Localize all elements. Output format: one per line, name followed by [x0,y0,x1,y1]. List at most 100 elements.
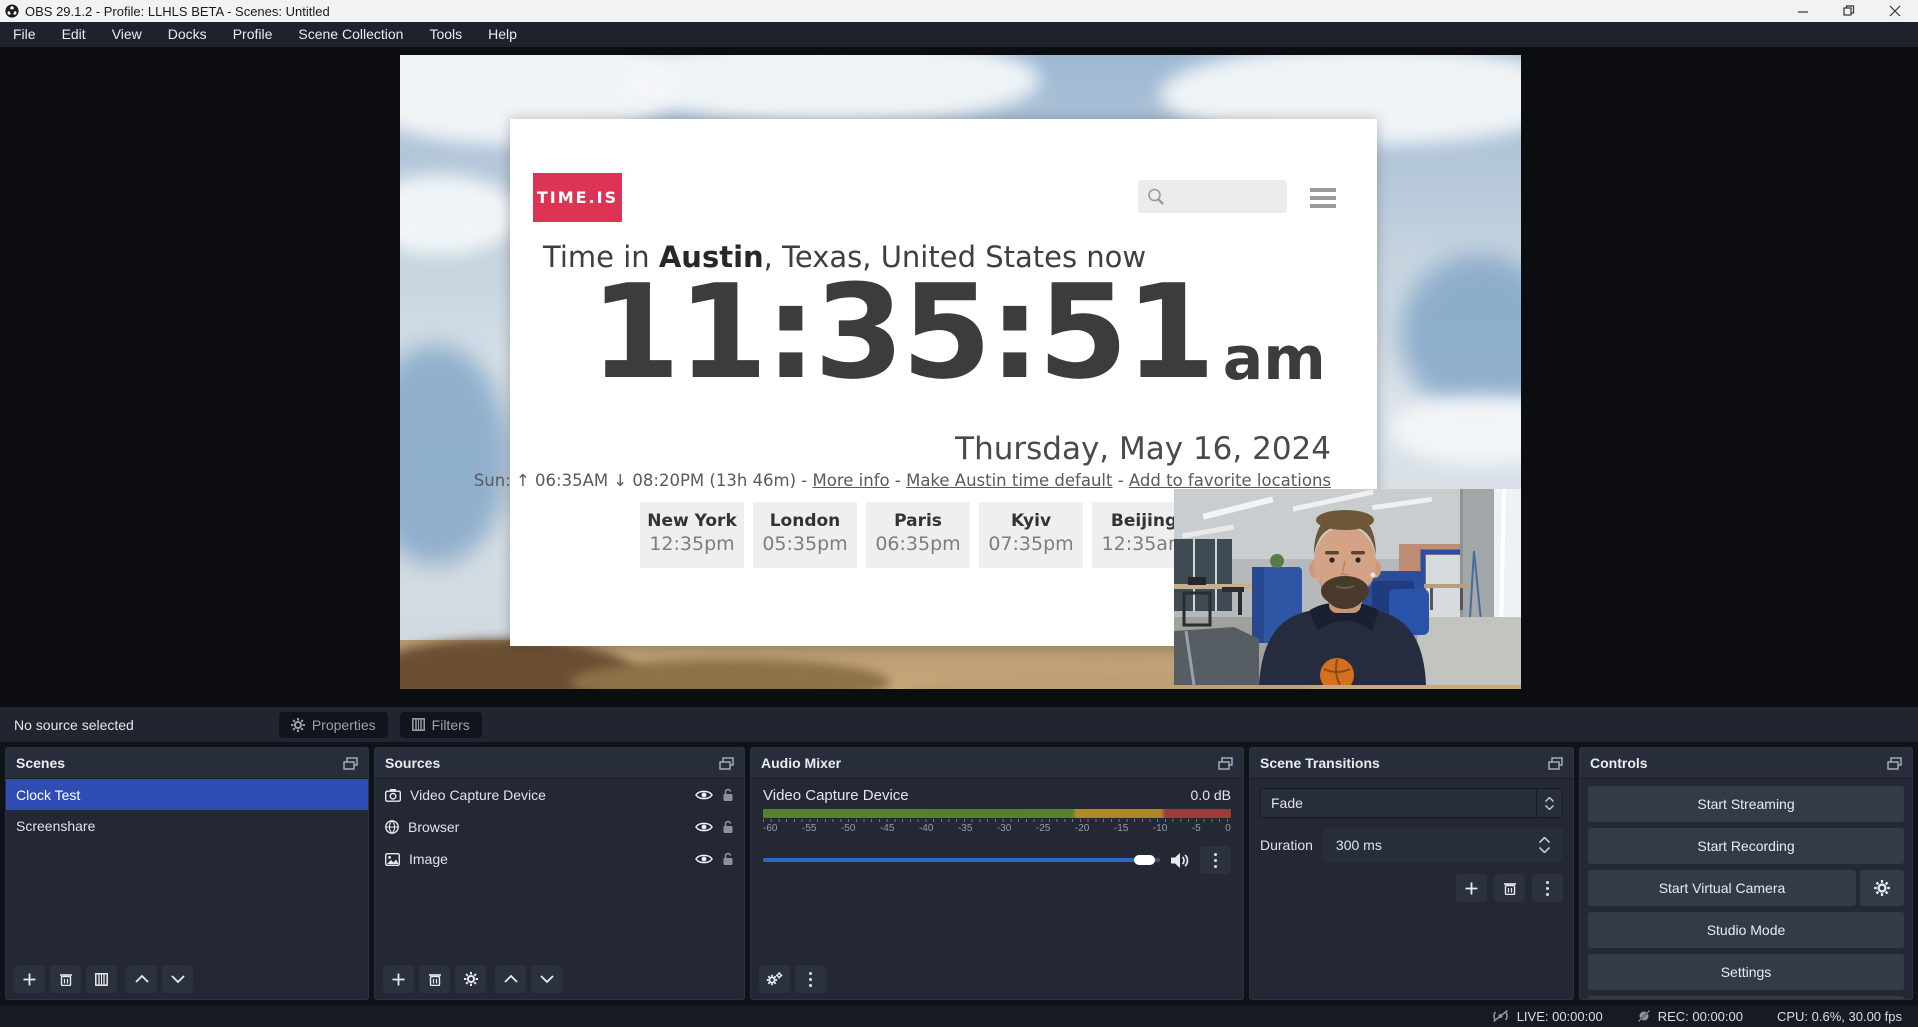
mixer-menu-button[interactable] [795,965,826,993]
city-time: 07:35pm [979,533,1083,555]
city-tile-kyiv[interactable]: Kyiv 07:35pm [979,502,1083,568]
filters-button[interactable]: Filters [400,712,482,738]
menu-edit[interactable]: Edit [49,22,99,47]
scenes-title: Scenes [16,755,65,771]
visibility-eye-icon[interactable] [695,821,713,833]
more-info-link[interactable]: More info [813,471,890,490]
popout-icon[interactable] [719,757,734,770]
volume-slider-handle[interactable] [1134,855,1155,865]
preview-area[interactable]: TIME.IS Time in Austin, Texas, United St… [0,47,1918,707]
menu-tools[interactable]: Tools [416,22,475,47]
scene-item-screenshare[interactable]: Screenshare [6,810,368,841]
advanced-audio-button[interactable] [759,965,790,993]
transition-menu-button[interactable] [1532,874,1563,902]
globe-icon [385,820,399,834]
move-source-up-button[interactable] [495,965,526,993]
scale-label: -25 [1036,823,1050,834]
chevron-down-icon [171,975,185,983]
volume-meter [763,809,1231,818]
scene-transitions-panel: Scene Transitions Fade Duration 3 [1249,747,1574,1000]
unlock-icon[interactable] [722,820,734,834]
timeis-logo[interactable]: TIME.IS [533,173,622,222]
start-recording-button[interactable]: Start Recording [1588,828,1904,864]
city-tile-london[interactable]: London 05:35pm [753,502,857,568]
duration-spinner[interactable] [1539,837,1550,853]
gear-icon [291,718,305,732]
chevron-up-icon [1545,797,1554,802]
city-tile-paris[interactable]: Paris 06:35pm [866,502,970,568]
visibility-eye-icon[interactable] [695,853,713,865]
unlock-icon[interactable] [722,852,734,866]
stream-inactive-icon [1491,1009,1510,1023]
add-scene-button[interactable] [14,965,45,993]
cloud [400,175,520,255]
scenes-header[interactable]: Scenes [6,748,368,779]
cpu-fps-stats: CPU: 0.6%, 30.00 fps [1777,1009,1902,1024]
search-box[interactable] [1138,180,1287,213]
add-favorite-link[interactable]: Add to favorite locations [1129,471,1331,490]
duration-field[interactable]: 300 ms [1323,828,1563,862]
popout-icon[interactable] [1218,757,1233,770]
move-source-down-button[interactable] [531,965,562,993]
live-time: LIVE: 00:00:00 [1517,1009,1603,1024]
menu-file[interactable]: File [0,22,49,47]
popout-icon[interactable] [1887,757,1902,770]
menu-scene-collection[interactable]: Scene Collection [285,22,416,47]
city-tile-new-york[interactable]: New York 12:35pm [640,502,744,568]
virtual-camera-settings-button[interactable] [1860,870,1904,906]
separator: - [796,471,812,490]
minimize-button[interactable] [1780,0,1826,22]
remove-source-button[interactable] [419,965,450,993]
source-row-browser[interactable]: Browser [375,811,744,843]
add-transition-button[interactable] [1456,874,1487,902]
mixer-channel-menu-button[interactable] [1200,846,1231,874]
remove-transition-button[interactable] [1494,874,1525,902]
move-scene-down-button[interactable] [162,965,193,993]
menu-view[interactable]: View [99,22,155,47]
menu-docks[interactable]: Docks [155,22,220,47]
menu-help[interactable]: Help [475,22,530,47]
visibility-eye-icon[interactable] [695,789,713,801]
add-source-button[interactable] [383,965,414,993]
program-canvas[interactable]: TIME.IS Time in Austin, Texas, United St… [400,55,1521,689]
move-scene-up-button[interactable] [126,965,157,993]
filter-icon [95,973,108,986]
source-properties-button[interactable] [455,965,486,993]
audio-mixer-header[interactable]: Audio Mixer [751,748,1243,779]
filters-label: Filters [432,717,470,733]
make-default-link[interactable]: Make Austin time default [906,471,1112,490]
studio-mode-button[interactable]: Studio Mode [1588,912,1904,948]
select-spinner[interactable] [1536,789,1562,817]
close-button[interactable] [1872,0,1918,22]
transition-select[interactable]: Fade [1260,788,1563,818]
scale-label: 0 [1225,823,1231,834]
exit-button[interactable]: Exit [1588,996,1904,1000]
plus-icon [392,973,405,986]
scene-item-clock-test[interactable]: Clock Test [6,779,368,810]
sources-header[interactable]: Sources [375,748,744,779]
city-name: London [753,511,857,531]
speaker-icon[interactable] [1170,852,1190,869]
status-bar: LIVE: 00:00:00 REC: 00:00:00 CPU: 0.6%, … [0,1005,1918,1027]
volume-slider[interactable] [763,858,1160,862]
menu-profile[interactable]: Profile [220,22,286,47]
settings-button[interactable]: Settings [1588,954,1904,990]
transitions-header[interactable]: Scene Transitions [1250,748,1573,779]
controls-header[interactable]: Controls [1580,748,1912,779]
source-row-video-capture[interactable]: Video Capture Device [375,779,744,811]
hamburger-menu-icon[interactable] [1310,188,1336,208]
filter-icon [412,718,425,731]
popout-icon[interactable] [1548,757,1563,770]
scale-label: -20 [1075,823,1089,834]
popout-icon[interactable] [343,757,358,770]
scene-filters-button[interactable] [86,965,117,993]
properties-button[interactable]: Properties [279,712,388,738]
restore-button[interactable] [1826,0,1872,22]
webcam-video-source[interactable] [1174,489,1521,685]
start-streaming-button[interactable]: Start Streaming [1588,786,1904,822]
source-row-image[interactable]: Image [375,843,744,875]
unlock-icon[interactable] [722,788,734,802]
start-virtual-camera-button[interactable]: Start Virtual Camera [1588,870,1856,906]
city-time: 12:35pm [640,533,744,555]
remove-scene-button[interactable] [50,965,81,993]
